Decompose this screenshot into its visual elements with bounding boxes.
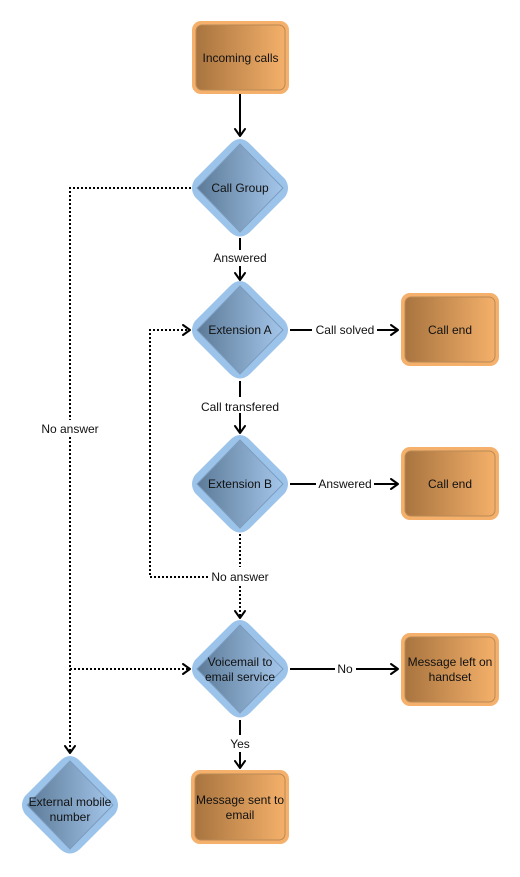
edge-label-yes: Yes [230,737,250,751]
node-label: Extension A [208,323,271,337]
node-voicemail-to-email[interactable]: Voicemail to email service [192,620,288,718]
edge-label-call-solved: Call solved [316,323,375,337]
edge-label-answered-2: Answered [318,477,371,491]
node-label: Extension B [208,477,272,491]
node-call-end-b[interactable]: Call end [401,447,499,520]
node-label: Call Group [211,181,269,195]
node-label-line2: email [226,808,255,822]
node-call-group[interactable]: Call Group [192,139,288,237]
edge-label-call-transfered: Call transfered [201,400,279,414]
node-call-end-a[interactable]: Call end [401,293,499,366]
node-label-line2: number [50,810,91,824]
node-label: Incoming calls [202,51,278,65]
node-extension-a[interactable]: Extension A [192,281,288,379]
edge-label-no-answer-b: No answer [211,570,268,584]
node-message-sent-to-email[interactable]: Message sent to email [191,770,289,844]
edge-label-no: No [337,662,353,676]
flowchart-canvas: Answered No answer Call solved Call tran… [22,21,499,854]
edge-left-to-voicemail [70,663,191,675]
node-external-mobile-number[interactable]: External mobile number [22,756,118,854]
edge-incoming-to-callgroup [234,94,246,137]
node-label-line1: Message sent to [196,793,284,807]
node-label: Call end [428,323,472,337]
node-label-line1: Voicemail to [208,655,273,669]
edge-extension-b-to-voicemail [234,586,246,619]
node-label-line2: handset [429,670,472,684]
node-label-line1: External mobile [29,795,112,809]
node-extension-b[interactable]: Extension B [192,435,288,533]
node-label-line2: email service [205,670,275,684]
node-label: Call end [428,477,472,491]
node-incoming-calls[interactable]: Incoming calls [192,21,289,94]
edge-label-no-answer-left: No answer [41,422,98,436]
node-message-left-on-handset[interactable]: Message left on handset [401,633,499,706]
node-label-line1: Message left on [408,655,493,669]
edge-label-answered-1: Answered [213,251,266,265]
